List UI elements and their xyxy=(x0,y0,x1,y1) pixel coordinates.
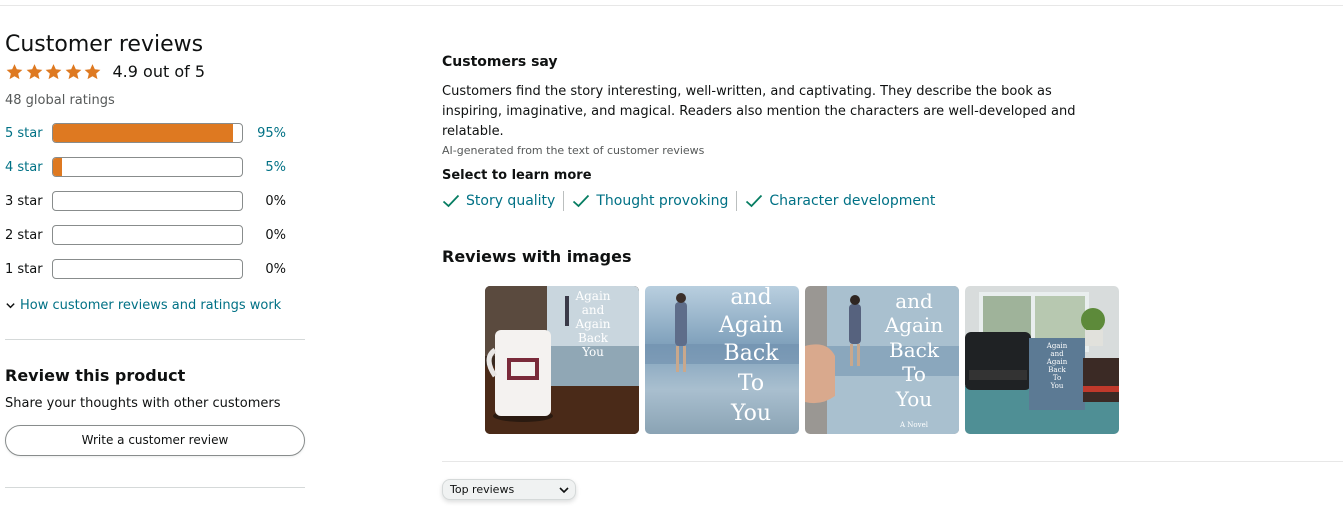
histogram-percent: 0% xyxy=(265,227,286,243)
aspect-character-development[interactable]: Character development xyxy=(745,193,935,209)
aspect-separator xyxy=(563,191,565,211)
average-rating[interactable]: 4.9 out of 5 xyxy=(5,62,305,81)
review-image-thumbnail[interactable]: Again and Again Back You xyxy=(485,286,639,434)
cover-word: A Novel xyxy=(899,421,929,429)
typewriter-book-photo: Again and Again Back To You xyxy=(965,286,1119,434)
histogram-star-label: 1 star xyxy=(5,261,43,277)
histogram-percent: 0% xyxy=(265,193,286,209)
review-image-thumbnail[interactable]: and Again Back To You A Novel xyxy=(805,286,959,434)
chevron-down-icon xyxy=(559,486,569,493)
histogram-bar-fill xyxy=(53,158,63,176)
customers-say-column: Customers say Customers find the story i… xyxy=(442,53,1343,500)
histogram-row-3: 3 star 0% xyxy=(5,184,305,218)
histogram-bar xyxy=(52,225,243,245)
customers-say-heading: Customers say xyxy=(442,54,558,70)
rating-histogram: 5 star 95% 4 star 5% 3 star 0% 2 star 0%… xyxy=(5,116,305,286)
divider xyxy=(442,461,1343,462)
histogram-star-label[interactable]: 4 star xyxy=(5,160,52,175)
histogram-bar[interactable] xyxy=(52,123,243,143)
book-cover-photo: and Again Back To You xyxy=(645,286,799,434)
histogram-bar[interactable] xyxy=(52,157,243,177)
cover-word: You xyxy=(730,401,771,426)
cover-word: Again xyxy=(1046,358,1068,366)
share-thoughts-text: Share your thoughts with other customers xyxy=(5,396,281,411)
cover-word: To xyxy=(738,371,764,396)
aspect-list: Story quality Thought provoking Characte… xyxy=(442,191,1343,211)
divider xyxy=(5,487,305,488)
star-icon xyxy=(65,63,81,79)
cover-word: To xyxy=(1053,374,1061,382)
histogram-percent[interactable]: 5% xyxy=(243,160,286,175)
cover-word: You xyxy=(581,345,604,359)
cover-word: and xyxy=(895,289,933,313)
histogram-bar xyxy=(52,191,243,211)
book-mug-photo: Again and Again Back You xyxy=(485,286,639,434)
cover-word: Back xyxy=(724,341,780,366)
cover-word: Again xyxy=(718,313,783,338)
reviews-with-images-heading: Reviews with images xyxy=(442,247,632,266)
aspect-label: Thought provoking xyxy=(596,193,729,209)
cover-word: Back xyxy=(889,338,940,362)
histogram-star-label[interactable]: 5 star xyxy=(5,126,52,141)
cover-word: and xyxy=(730,286,771,310)
star-icon xyxy=(26,63,42,79)
customers-say-summary: Customers find the story interesting, we… xyxy=(442,84,1076,139)
check-icon xyxy=(746,194,763,208)
histogram-star-label: 3 star xyxy=(5,193,43,209)
how-reviews-work-label: How customer reviews and ratings work xyxy=(20,298,282,313)
ratings-column: Customer reviews 4.9 out of 5 48 global … xyxy=(5,30,305,488)
aspect-thought-provoking[interactable]: Thought provoking xyxy=(572,193,728,209)
star-icon xyxy=(6,63,23,79)
ai-generated-note: AI-generated from the text of customer r… xyxy=(442,144,705,157)
book-in-hand-photo: and Again Back To You A Novel xyxy=(805,286,959,434)
histogram-row-5[interactable]: 5 star 95% xyxy=(5,116,305,150)
divider xyxy=(5,339,305,340)
cover-word: Again xyxy=(574,289,610,303)
cover-word: and xyxy=(582,303,605,317)
review-image-thumbnail[interactable]: Again and Again Back To You xyxy=(965,286,1119,434)
aspect-story-quality[interactable]: Story quality xyxy=(442,193,555,209)
sort-selected-value: Top reviews xyxy=(450,483,515,496)
cover-word: Again xyxy=(884,313,944,337)
cover-word: Again xyxy=(574,317,610,331)
histogram-percent[interactable]: 95% xyxy=(243,126,286,141)
histogram-bar-fill xyxy=(53,124,233,142)
cover-word: You xyxy=(895,387,933,411)
cover-word: and xyxy=(1050,350,1064,358)
review-image-thumbnail[interactable]: and Again Back To You xyxy=(645,286,799,434)
top-divider xyxy=(0,5,1343,6)
sort-reviews-select[interactable]: Top reviews xyxy=(442,479,576,500)
histogram-percent: 0% xyxy=(265,261,286,277)
review-product-heading: Review this product xyxy=(5,366,186,385)
star-rating xyxy=(5,63,103,81)
star-icon xyxy=(84,63,101,79)
check-icon xyxy=(573,194,590,208)
star-icon xyxy=(45,63,62,79)
histogram-bar xyxy=(52,259,243,279)
write-review-button[interactable]: Write a customer review xyxy=(5,425,305,456)
cover-word: You xyxy=(1050,382,1064,390)
histogram-star-label: 2 star xyxy=(5,227,43,243)
rating-text: 4.9 out of 5 xyxy=(112,62,206,81)
histogram-row-1: 1 star 0% xyxy=(5,252,305,286)
select-to-learn-heading: Select to learn more xyxy=(442,168,592,183)
how-reviews-work-link[interactable]: How customer reviews and ratings work xyxy=(5,298,305,313)
aspect-label: Character development xyxy=(769,193,936,209)
cover-word: Back xyxy=(1048,366,1066,374)
histogram-row-4[interactable]: 4 star 5% xyxy=(5,150,305,184)
aspect-separator xyxy=(736,191,738,211)
cover-word: Again xyxy=(1046,342,1068,350)
review-image-gallery: Again and Again Back You and Again Back … xyxy=(485,286,1343,434)
global-ratings-count: 48 global ratings xyxy=(5,93,115,108)
aspect-label: Story quality xyxy=(466,193,556,209)
histogram-row-2: 2 star 0% xyxy=(5,218,305,252)
customer-reviews-heading: Customer reviews xyxy=(5,32,204,57)
chevron-down-icon xyxy=(6,303,15,309)
cover-word: To xyxy=(902,362,926,386)
cover-word: Back xyxy=(578,331,609,345)
check-icon xyxy=(442,194,460,208)
